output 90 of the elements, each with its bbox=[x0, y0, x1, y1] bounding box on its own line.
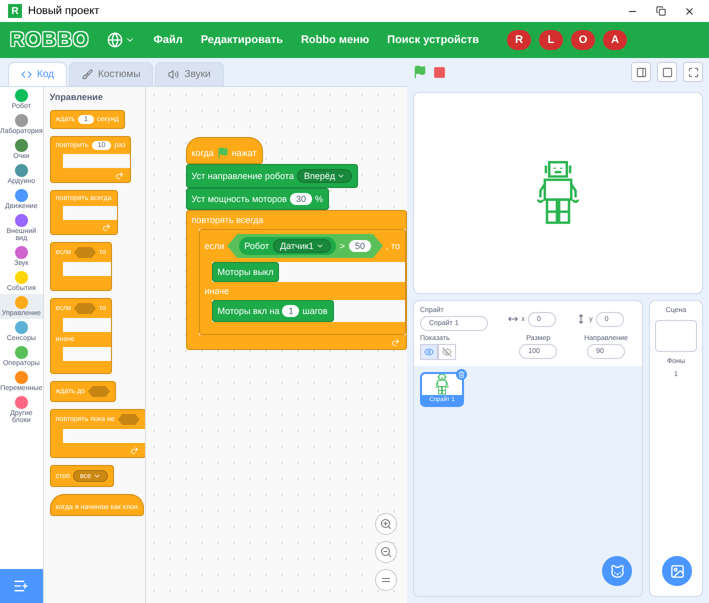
restore-icon bbox=[656, 6, 666, 16]
caret-icon bbox=[93, 472, 101, 480]
caret-icon bbox=[337, 172, 346, 180]
flag-icon[interactable] bbox=[413, 65, 427, 79]
code-block[interactable]: Уст мощность моторов 30 % bbox=[186, 188, 329, 210]
loop-arrow-icon bbox=[130, 446, 139, 454]
horizontal-arrow-icon bbox=[508, 314, 518, 324]
block-label: Уст направление робота bbox=[192, 171, 294, 181]
zoom-in-icon bbox=[380, 518, 392, 530]
small-stage-button[interactable] bbox=[631, 62, 651, 82]
add-extension-button[interactable] bbox=[0, 569, 43, 603]
backdrop-thumbnail[interactable] bbox=[655, 320, 697, 352]
block-label: % bbox=[314, 194, 323, 204]
number-input[interactable]: 30 bbox=[290, 193, 312, 205]
boolean-slot[interactable] bbox=[118, 414, 140, 425]
device-button[interactable]: A bbox=[603, 30, 628, 50]
robot-drawing bbox=[536, 160, 580, 226]
code-canvas[interactable]: когда нажат Уст направление робота Вперёд Уст мощность моторов 30 % повторять всегда если Робот Датчик1 > 50 , то Моторы выкл иначе Моторы вкл на 1 шагов bbox=[146, 87, 407, 603]
tab[interactable]: Звуки bbox=[155, 62, 224, 86]
tab[interactable]: Костюмы bbox=[69, 62, 154, 86]
flag-icon bbox=[216, 147, 229, 159]
loop-arrow-icon bbox=[115, 170, 124, 180]
app-icon: R bbox=[8, 4, 22, 18]
boolean-slot[interactable] bbox=[88, 386, 110, 397]
block-label: когда bbox=[192, 148, 214, 158]
language-button[interactable] bbox=[107, 32, 136, 48]
robot-drawing bbox=[435, 374, 449, 395]
brush-icon bbox=[82, 69, 94, 80]
block-label: Уст мощность моторов bbox=[192, 194, 287, 204]
hide-button[interactable] bbox=[438, 344, 456, 360]
code-icon bbox=[21, 69, 32, 80]
block-mouth bbox=[62, 262, 112, 276]
add-extension-icon bbox=[13, 578, 30, 594]
fullscreen-button[interactable] bbox=[683, 62, 703, 82]
sensor-reporter[interactable]: Робот Датчик1 bbox=[239, 237, 336, 255]
caret-icon bbox=[316, 242, 324, 250]
add-sprite-button[interactable] bbox=[602, 556, 632, 586]
block-label: Моторы вкл на bbox=[218, 306, 280, 316]
code-block[interactable]: Уст направление робота Вперёд bbox=[186, 164, 358, 188]
cat-icon bbox=[610, 564, 624, 578]
logo: ROBBO bbox=[10, 28, 90, 52]
code-block[interactable]: повторять всегда если Робот Датчик1 > 50 , то Моторы выкл иначе Моторы вкл на 1 шагов bbox=[186, 210, 407, 350]
block-dropdown[interactable]: Вперёд bbox=[296, 169, 352, 183]
loop-arrow-icon bbox=[102, 222, 111, 232]
show-button[interactable] bbox=[420, 344, 438, 360]
delete-icon[interactable] bbox=[456, 369, 467, 380]
large-stage-button[interactable] bbox=[657, 62, 677, 82]
zoom-in-button[interactable] bbox=[375, 513, 397, 535]
block-label: Робот bbox=[244, 241, 269, 251]
eye-icon bbox=[424, 347, 434, 357]
block-label: нажат bbox=[232, 148, 257, 158]
trash-icon bbox=[458, 371, 465, 378]
block-label: шагов bbox=[302, 306, 328, 316]
block-label: повторять всегда bbox=[192, 215, 264, 225]
zoom-out-button[interactable] bbox=[375, 541, 397, 563]
device-button[interactable]: R bbox=[507, 30, 532, 50]
boolean-slot[interactable] bbox=[74, 303, 96, 314]
eye-off-icon bbox=[442, 347, 452, 357]
palette-heading: Управление bbox=[50, 91, 103, 103]
speaker-icon bbox=[168, 69, 180, 80]
zoom-out-icon bbox=[380, 546, 392, 558]
panel-icon bbox=[636, 66, 646, 78]
number-input[interactable]: 50 bbox=[348, 240, 371, 252]
condition-block[interactable]: Робот Датчик1 > 50 bbox=[227, 234, 383, 258]
code-block[interactable]: Моторы вкл на 1 шагов bbox=[212, 300, 334, 322]
close-icon bbox=[684, 6, 695, 16]
block-label: иначе bbox=[204, 286, 229, 296]
code-block[interactable]: если Робот Датчик1 > 50 , то Моторы выкл иначе Моторы вкл на 1 шагов bbox=[198, 229, 406, 335]
number-input[interactable]: 1 bbox=[282, 305, 300, 317]
block-mouth bbox=[62, 347, 112, 361]
boolean-slot[interactable] bbox=[74, 247, 96, 258]
block-label: , то bbox=[386, 241, 400, 251]
add-backdrop-button[interactable] bbox=[662, 556, 692, 586]
loop-arrow-icon bbox=[391, 338, 400, 346]
fullscreen-icon bbox=[688, 66, 698, 78]
block-dropdown[interactable]: Датчик1 bbox=[273, 239, 331, 253]
reset-zoom-button[interactable] bbox=[375, 569, 397, 591]
device-button[interactable]: O bbox=[571, 30, 596, 50]
square-icon bbox=[662, 66, 672, 78]
block-mouth bbox=[62, 206, 117, 220]
block-mouth bbox=[62, 318, 112, 332]
window-title: Новый проект bbox=[28, 5, 100, 17]
block-label: если bbox=[204, 241, 224, 251]
block-mouth bbox=[62, 154, 130, 168]
stop-icon[interactable] bbox=[433, 66, 446, 78]
device-button[interactable]: L bbox=[539, 30, 564, 50]
block-label: Моторы выкл bbox=[218, 267, 274, 277]
globe-icon bbox=[107, 32, 124, 48]
image-icon bbox=[670, 564, 684, 578]
block-label: > bbox=[340, 241, 345, 251]
